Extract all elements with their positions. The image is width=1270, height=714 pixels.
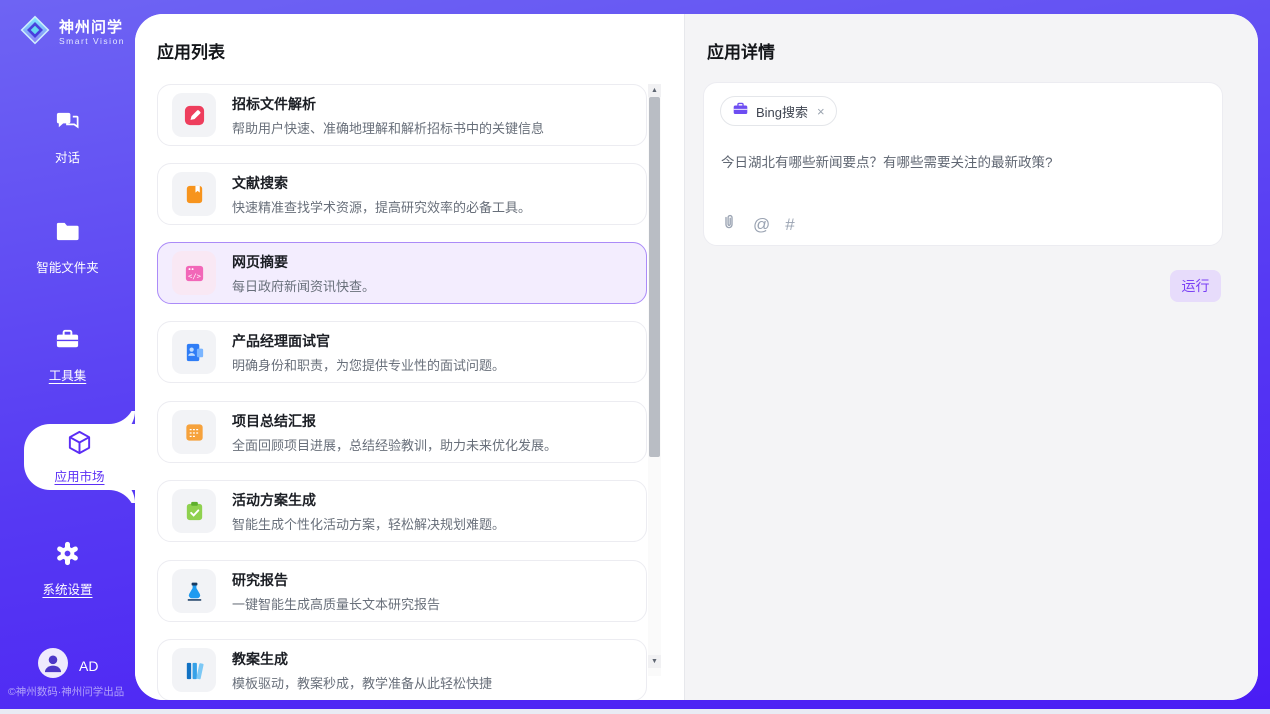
app-card-project-summary[interactable]: 项目总结汇报 全面回顾项目进展，总结经验教训，助力未来优化发展。 — [157, 401, 647, 463]
scrollbar-thumb[interactable] — [649, 97, 660, 457]
sidebar-item-label: 应用市场 — [54, 466, 104, 485]
cube-icon — [66, 429, 93, 461]
list-scrollbar[interactable]: ▲ ▼ — [648, 84, 661, 676]
hash-button[interactable]: # — [785, 215, 794, 235]
app-card-pm-interviewer[interactable]: 产品经理面试官 明确身份和职责，为您提供专业性的面试问题。 — [157, 321, 647, 383]
gear-icon — [54, 540, 81, 572]
sidebar-item-toolset[interactable]: 工具集 — [0, 326, 135, 384]
app-name: 招标文件解析 — [232, 94, 544, 114]
app-card-lesson-plan[interactable]: 教案生成 模板驱动，教案秒成，教学准备从此轻松快捷 — [157, 639, 647, 700]
app-name: 产品经理面试官 — [232, 331, 505, 351]
paperclip-icon — [720, 213, 738, 236]
note-icon — [172, 410, 216, 454]
books-icon — [172, 648, 216, 692]
briefcase-icon — [732, 100, 749, 122]
sidebar: 神州问学 Smart Vision 对话 智能文件夹 — [0, 0, 135, 714]
book-icon — [172, 172, 216, 216]
sidebar-item-label: 智能文件夹 — [36, 257, 99, 276]
bottom-strip — [0, 709, 1270, 714]
mention-button[interactable]: @ — [753, 215, 770, 235]
brand-subtitle: Smart Vision — [59, 36, 125, 46]
query-card: Bing搜索 × 今日湖北有哪些新闻要点？有哪些需要关注的最新政策? @ — [703, 82, 1223, 246]
close-icon[interactable]: × — [817, 104, 825, 119]
flask-report-icon — [172, 569, 216, 613]
app-desc: 快速精准查找学术资源，提高研究效率的必备工具。 — [232, 197, 531, 216]
app-detail-title: 应用详情 — [707, 38, 775, 63]
svg-text:</>: </> — [188, 271, 202, 280]
app-desc: 模板驱动，教案秒成，教学准备从此轻松快捷 — [232, 673, 492, 692]
app-name: 活动方案生成 — [232, 490, 505, 510]
composer-toolbar: @ # — [720, 213, 795, 236]
app-name: 网页摘要 — [232, 252, 375, 272]
query-input[interactable]: 今日湖北有哪些新闻要点？有哪些需要关注的最新政策? — [721, 151, 1201, 171]
sidebar-item-chat[interactable]: 对话 — [0, 108, 135, 166]
sidebar-item-app-market[interactable]: 应用市场 — [24, 424, 135, 490]
diamond-logo-icon — [18, 13, 52, 52]
scroll-up-arrow[interactable]: ▲ — [648, 84, 661, 97]
app-list-panel: 应用列表 招标文件解析 帮助用户快速、准确地理解和解析招标书中的关键信息 — [135, 14, 683, 700]
app-card-web-summary[interactable]: </> 网页摘要 每日政府新闻资讯快查。 — [157, 242, 647, 304]
scroll-down-arrow[interactable]: ▼ — [648, 655, 661, 668]
user-account[interactable]: AD — [38, 648, 98, 683]
app-name: 项目总结汇报 — [232, 411, 557, 431]
sidebar-item-label: 对话 — [55, 147, 80, 166]
chat-icon — [54, 108, 81, 140]
sidebar-item-smart-folder[interactable]: 智能文件夹 — [0, 218, 135, 276]
app-desc: 全面回顾项目进展，总结经验教训，助力未来优化发展。 — [232, 435, 557, 454]
brand-logo: 神州问学 Smart Vision — [18, 13, 125, 52]
app-desc: 智能生成个性化活动方案，轻松解决规划难题。 — [232, 514, 505, 533]
run-button[interactable]: 运行 — [1170, 270, 1221, 302]
hash-icon: # — [785, 215, 794, 235]
toolbox-icon — [54, 326, 81, 358]
app-detail-panel: 应用详情 Bing搜索 × 今日湖北有哪些新闻要点？有哪些需要关注的最新政策? — [684, 14, 1258, 700]
clipboard-check-icon — [172, 489, 216, 533]
app-list-title: 应用列表 — [157, 38, 225, 63]
tool-tag-label: Bing搜索 — [756, 102, 808, 121]
folder-icon — [54, 218, 81, 250]
app-desc: 明确身份和职责，为您提供专业性的面试问题。 — [232, 355, 505, 374]
attach-button[interactable] — [720, 213, 738, 236]
browser-code-icon: </> — [172, 251, 216, 295]
sidebar-item-label: 工具集 — [49, 365, 87, 384]
avatar — [38, 648, 68, 683]
sidebar-item-label: 系统设置 — [42, 579, 92, 598]
app-desc: 每日政府新闻资讯快查。 — [232, 276, 375, 295]
app-desc: 一键智能生成高质量长文本研究报告 — [232, 594, 440, 613]
app-card-literature-search[interactable]: 文献搜索 快速精准查找学术资源，提高研究效率的必备工具。 — [157, 163, 647, 225]
app-name: 文献搜索 — [232, 173, 531, 193]
app-name: 研究报告 — [232, 570, 440, 590]
app-desc: 帮助用户快速、准确地理解和解析招标书中的关键信息 — [232, 118, 544, 137]
app-card-research-report[interactable]: 研究报告 一键智能生成高质量长文本研究报告 — [157, 560, 647, 622]
app-card-bid-parse[interactable]: 招标文件解析 帮助用户快速、准确地理解和解析招标书中的关键信息 — [157, 84, 647, 146]
app-window: 神州问学 Smart Vision 对话 智能文件夹 — [0, 0, 1270, 714]
sidebar-item-settings[interactable]: 系统设置 — [0, 540, 135, 598]
at-icon: @ — [753, 215, 770, 235]
user-name: AD — [79, 658, 98, 674]
sidebar-footer: ©神州数码·神州问学出品 — [8, 684, 135, 699]
brand-name: 神州问学 — [59, 19, 125, 36]
tool-tag-bing-search[interactable]: Bing搜索 × — [720, 96, 837, 126]
document-edit-icon — [172, 93, 216, 137]
interviewer-icon — [172, 330, 216, 374]
main-container: 应用列表 招标文件解析 帮助用户快速、准确地理解和解析招标书中的关键信息 — [135, 14, 1258, 700]
app-name: 教案生成 — [232, 649, 492, 669]
app-card-event-plan[interactable]: 活动方案生成 智能生成个性化活动方案，轻松解决规划难题。 — [157, 480, 647, 542]
